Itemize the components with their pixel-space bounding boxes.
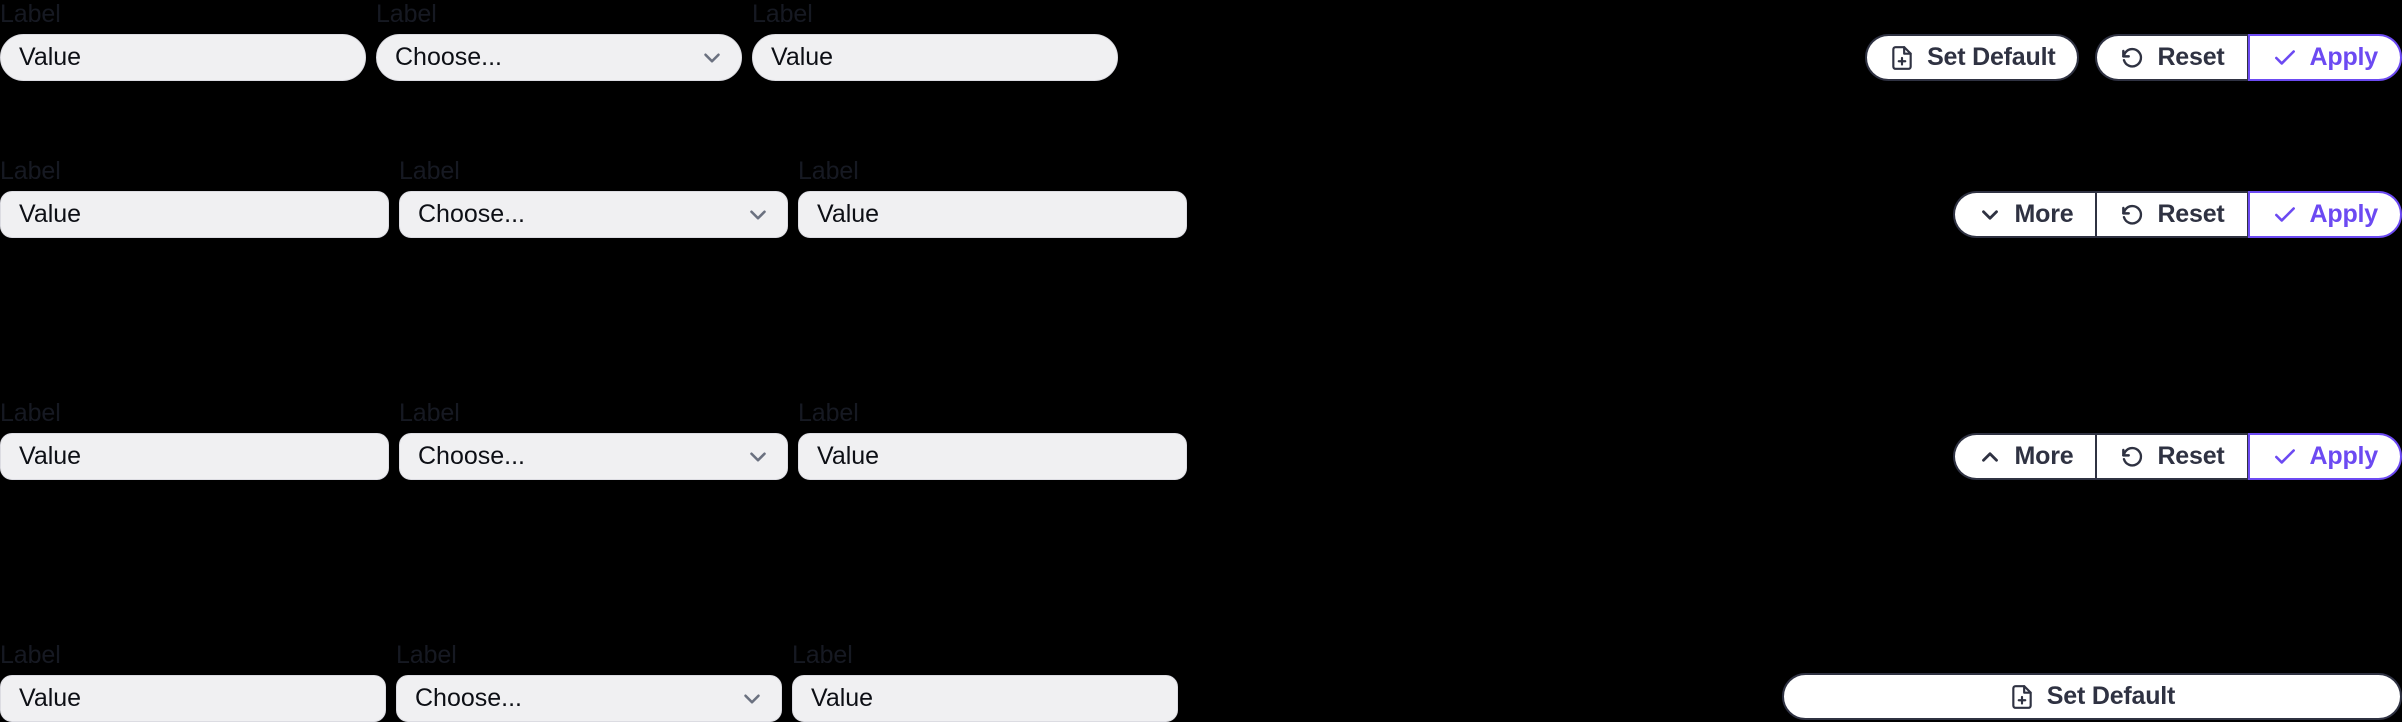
reset-button[interactable]: Reset (2095, 34, 2248, 81)
apply-button[interactable]: Apply (2247, 191, 2402, 238)
select-field-4: Label Choose... (396, 641, 782, 722)
field-label: Label (399, 399, 460, 427)
select-value: Choose... (418, 442, 526, 470)
select-field-3: Label Choose... (399, 399, 788, 480)
button-label: More (2014, 442, 2074, 470)
field-label: Label (0, 641, 61, 669)
button-label: Reset (2157, 43, 2225, 71)
text-field-6: Label Value (798, 399, 1187, 480)
field-label: Label (792, 641, 853, 669)
text-field-4: Label Value (798, 157, 1187, 238)
form-row-2: Label Value Label Choose... Label Value … (0, 157, 2402, 238)
text-field-1: Label Value (0, 0, 366, 81)
row-1-action-group: Reset Apply (2095, 34, 2402, 81)
file-plus-icon (2009, 684, 2035, 710)
chevron-down-icon (745, 202, 771, 228)
more-button[interactable]: More (1952, 433, 2097, 480)
text-input[interactable]: Value (792, 675, 1178, 722)
rotate-counter-clockwise-icon (2119, 202, 2145, 228)
button-label: Apply (2309, 200, 2379, 228)
field-label: Label (396, 641, 457, 669)
text-input[interactable]: Value (752, 34, 1118, 81)
text-input[interactable]: Value (0, 675, 386, 722)
field-label: Label (399, 157, 460, 185)
button-label: Reset (2157, 442, 2225, 470)
select-control[interactable]: Choose... (396, 675, 782, 722)
reset-button[interactable]: Reset (2096, 191, 2248, 238)
button-label: Set Default (1927, 43, 2056, 71)
select-control[interactable]: Choose... (399, 191, 788, 238)
row-2-action-group: More Reset Apply (1952, 191, 2402, 238)
field-label: Label (0, 0, 61, 28)
select-value: Choose... (418, 200, 526, 228)
field-label: Label (0, 399, 61, 427)
chevron-down-icon (699, 45, 725, 71)
form-toolbar-canvas: Label Value Label Choose... Label Value … (0, 0, 2402, 722)
text-field-2: Label Value (752, 0, 1118, 81)
text-input[interactable]: Value (0, 34, 366, 81)
text-field-5: Label Value (0, 399, 389, 480)
field-label: Label (798, 157, 859, 185)
select-control[interactable]: Choose... (399, 433, 788, 480)
text-input[interactable]: Value (0, 191, 389, 238)
field-label: Label (0, 157, 61, 185)
reset-button[interactable]: Reset (2096, 433, 2248, 480)
button-label: Set Default (2046, 682, 2176, 710)
text-input[interactable]: Value (798, 191, 1187, 238)
check-icon (2272, 444, 2298, 470)
form-row-3: Label Value Label Choose... Label Value … (0, 396, 2402, 480)
apply-button[interactable]: Apply (2247, 433, 2402, 480)
chevron-up-icon (1977, 444, 2003, 470)
select-field-2: Label Choose... (399, 157, 788, 238)
set-default-button[interactable]: Set Default (1865, 34, 2080, 81)
chevron-down-icon (745, 444, 771, 470)
select-field-1: Label Choose... (376, 0, 742, 81)
select-value: Choose... (395, 43, 503, 71)
select-value: Choose... (415, 684, 523, 712)
row-3-action-group: More Reset Apply (1952, 433, 2402, 480)
rotate-counter-clockwise-icon (2119, 444, 2145, 470)
button-label: Apply (2309, 43, 2379, 71)
select-control[interactable]: Choose... (376, 34, 742, 81)
text-input[interactable]: Value (798, 433, 1187, 480)
set-default-button[interactable]: Set Default (1782, 673, 2402, 720)
check-icon (2272, 202, 2298, 228)
field-label: Label (798, 399, 859, 427)
form-row-4: Label Value Label Choose... Label Value … (0, 524, 2402, 722)
button-label: Apply (2309, 442, 2379, 470)
text-field-8: Label Value (792, 641, 1178, 722)
button-label: More (2014, 200, 2074, 228)
text-field-7: Label Value (0, 641, 386, 722)
text-input[interactable]: Value (0, 433, 389, 480)
form-row-1: Label Value Label Choose... Label Value … (0, 0, 2402, 81)
text-field-3: Label Value (0, 157, 389, 238)
check-icon (2272, 45, 2298, 71)
button-label: Reset (2157, 200, 2225, 228)
field-label: Label (752, 0, 813, 28)
more-button[interactable]: More (1952, 191, 2097, 238)
field-label: Label (376, 0, 437, 28)
apply-button[interactable]: Apply (2247, 34, 2402, 81)
file-plus-icon (1889, 45, 1915, 71)
chevron-down-icon (1977, 202, 2003, 228)
chevron-down-icon (739, 686, 765, 712)
rotate-counter-clockwise-icon (2119, 45, 2145, 71)
